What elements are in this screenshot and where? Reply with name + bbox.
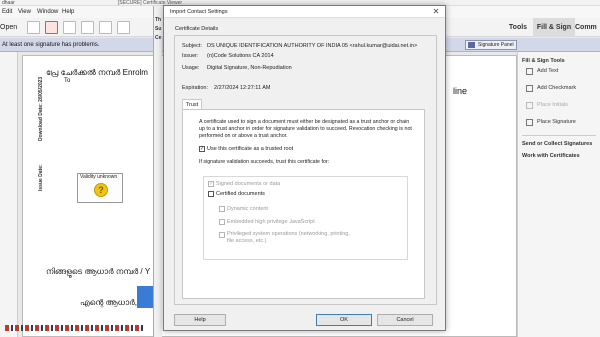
use-as-trusted-root-checkbox[interactable]: ✓ Use this certificate as a trusted root [199,145,293,153]
signature-message: At least one signature has problems. [2,42,100,48]
trust-tab-panel: A certificate used to sign a document mu… [182,109,425,299]
place-initials-label: Place Initials [537,102,568,108]
signature-panel-label: Signature Panel [478,42,514,48]
navigation-pane[interactable] [0,52,18,337]
certificate-details-label: Certificate Details [175,26,219,32]
usage-value: Digital Signature, Non-Repudiation [207,65,292,71]
initials-icon [526,102,533,109]
text-icon [526,68,533,75]
tab-tools[interactable]: Tools [504,18,532,37]
add-checkmark-label: Add Checkmark [537,85,577,91]
fill-sign-panel: Fill & Sign Tools Add Text Add Checkmark… [517,52,600,337]
signed-documents-label: Signed documents or data [216,181,281,187]
checkbox-disabled-icon [219,219,225,225]
certificate-viewer-window: Th Su Ce [153,6,162,337]
place-signature-label: Place Signature [537,119,576,125]
settings-icon[interactable] [117,21,130,34]
place-initials-tool: Place Initials [526,100,568,110]
checkmark-icon [526,85,533,92]
email-icon[interactable] [99,21,112,34]
send-collect-signatures[interactable]: Send or Collect Signatures [522,141,592,147]
pen-icon [468,42,475,48]
privileged-operations-label: Privileged system operations (networking… [227,231,350,244]
add-checkmark-tool[interactable]: Add Checkmark [526,83,576,93]
checkbox-disabled-icon [219,232,225,238]
add-text-label: Add Text [537,68,559,74]
dynamic-content-label: Dynamic content [227,206,268,212]
open-button[interactable]: Open [0,22,17,33]
tab-comment[interactable]: Comm [575,18,600,37]
signed-documents-checkbox: ✓ Signed documents or data [208,180,280,188]
panel-divider [522,135,596,136]
privileged-operations-checkbox: Privileged system operations (networking… [219,231,355,245]
trust-description: A certificate used to sign a document mu… [199,119,412,139]
dialog-title: Import Contact Settings [170,9,228,15]
menu-help[interactable]: Help [62,6,74,18]
issue-date-label: Issue Date: [38,164,44,191]
issuer-label: Issuer: [182,53,199,59]
help-button[interactable]: Help [174,314,226,326]
document-footer-stripes [5,325,145,331]
signature-panel-button[interactable]: Signature Panel [465,40,517,50]
signature-validity-box[interactable]: Validity unknown ? [77,173,123,203]
save-icon[interactable] [63,21,76,34]
usage-label: Usage: [182,65,200,71]
bg-dialog-fragment-2: Su [155,26,162,32]
menu-edit[interactable]: Edit [2,6,12,18]
checkbox-unchecked-icon [208,191,214,197]
bg-dialog-fragment-3: Ce [155,35,162,41]
aadhaar-number-line: നിങ്ങളുടെ ആധാർ നമ്പർ / Y [46,267,151,276]
trust-for-label: If signature validation succeeds, trust … [199,159,330,165]
dialog-titlebar: Import Contact Settings ✕ [164,6,445,18]
checkbox-disabled-icon [219,206,225,212]
embedded-javascript-label: Embedded high privilege JavaScript [227,219,315,225]
add-text-tool[interactable]: Add Text [526,66,558,76]
signature-icon [526,119,533,126]
pdf-icon[interactable] [45,21,58,34]
print-icon[interactable] [81,21,94,34]
validity-label: Validity unknown [80,174,118,180]
fill-sign-tools-title[interactable]: Fill & Sign Tools [522,58,565,64]
work-with-certificates[interactable]: Work with Certificates [522,153,580,159]
import-contact-settings-dialog: Import Contact Settings ✕ Certificate De… [163,5,446,331]
right-text-fragment: line [453,86,468,96]
checkbox-checked-disabled-icon: ✓ [208,181,214,187]
enrolment-header: പ്രേ ചേർക്കൽ നമ്പർ Enrolm [46,68,148,77]
menu-view[interactable]: View [18,6,31,18]
to-label: To [64,78,71,84]
expiration-value: 2/27/2024 12:27:11 AM [214,85,271,91]
checkbox-checked-icon: ✓ [199,146,205,152]
cancel-button[interactable]: Cancel [377,314,433,326]
subject-label: Subject: [182,43,202,49]
question-mark-icon: ? [94,183,108,197]
create-icon[interactable] [27,21,40,34]
expiration-label: Expiration: [182,85,208,91]
bg-dialog-fragment-1: Th [155,17,162,23]
issuer-value: (n)Code Solutions CA 2014 [207,53,274,59]
certified-documents-checkbox[interactable]: Certified documents [208,190,265,198]
use-as-trusted-root-label: Use this certificate as a trusted root [207,146,294,152]
download-date-label: Download Date: 28/05/2023 [38,76,44,141]
certified-documents-label: Certified documents [216,191,265,197]
dynamic-content-checkbox: Dynamic content [219,205,268,213]
tab-trust[interactable]: Trust [182,99,202,109]
place-signature-tool[interactable]: Place Signature [526,117,576,127]
menu-window[interactable]: Window [37,6,58,18]
subject-value: DS UNIQUE IDENTIFICATION AUTHORITY OF IN… [207,43,418,49]
embedded-javascript-checkbox: Embedded high privilege JavaScript [219,218,315,226]
tab-fill-sign[interactable]: Fill & Sign [533,18,575,37]
close-icon[interactable]: ✕ [431,7,441,17]
ok-button[interactable]: OK [316,314,372,326]
